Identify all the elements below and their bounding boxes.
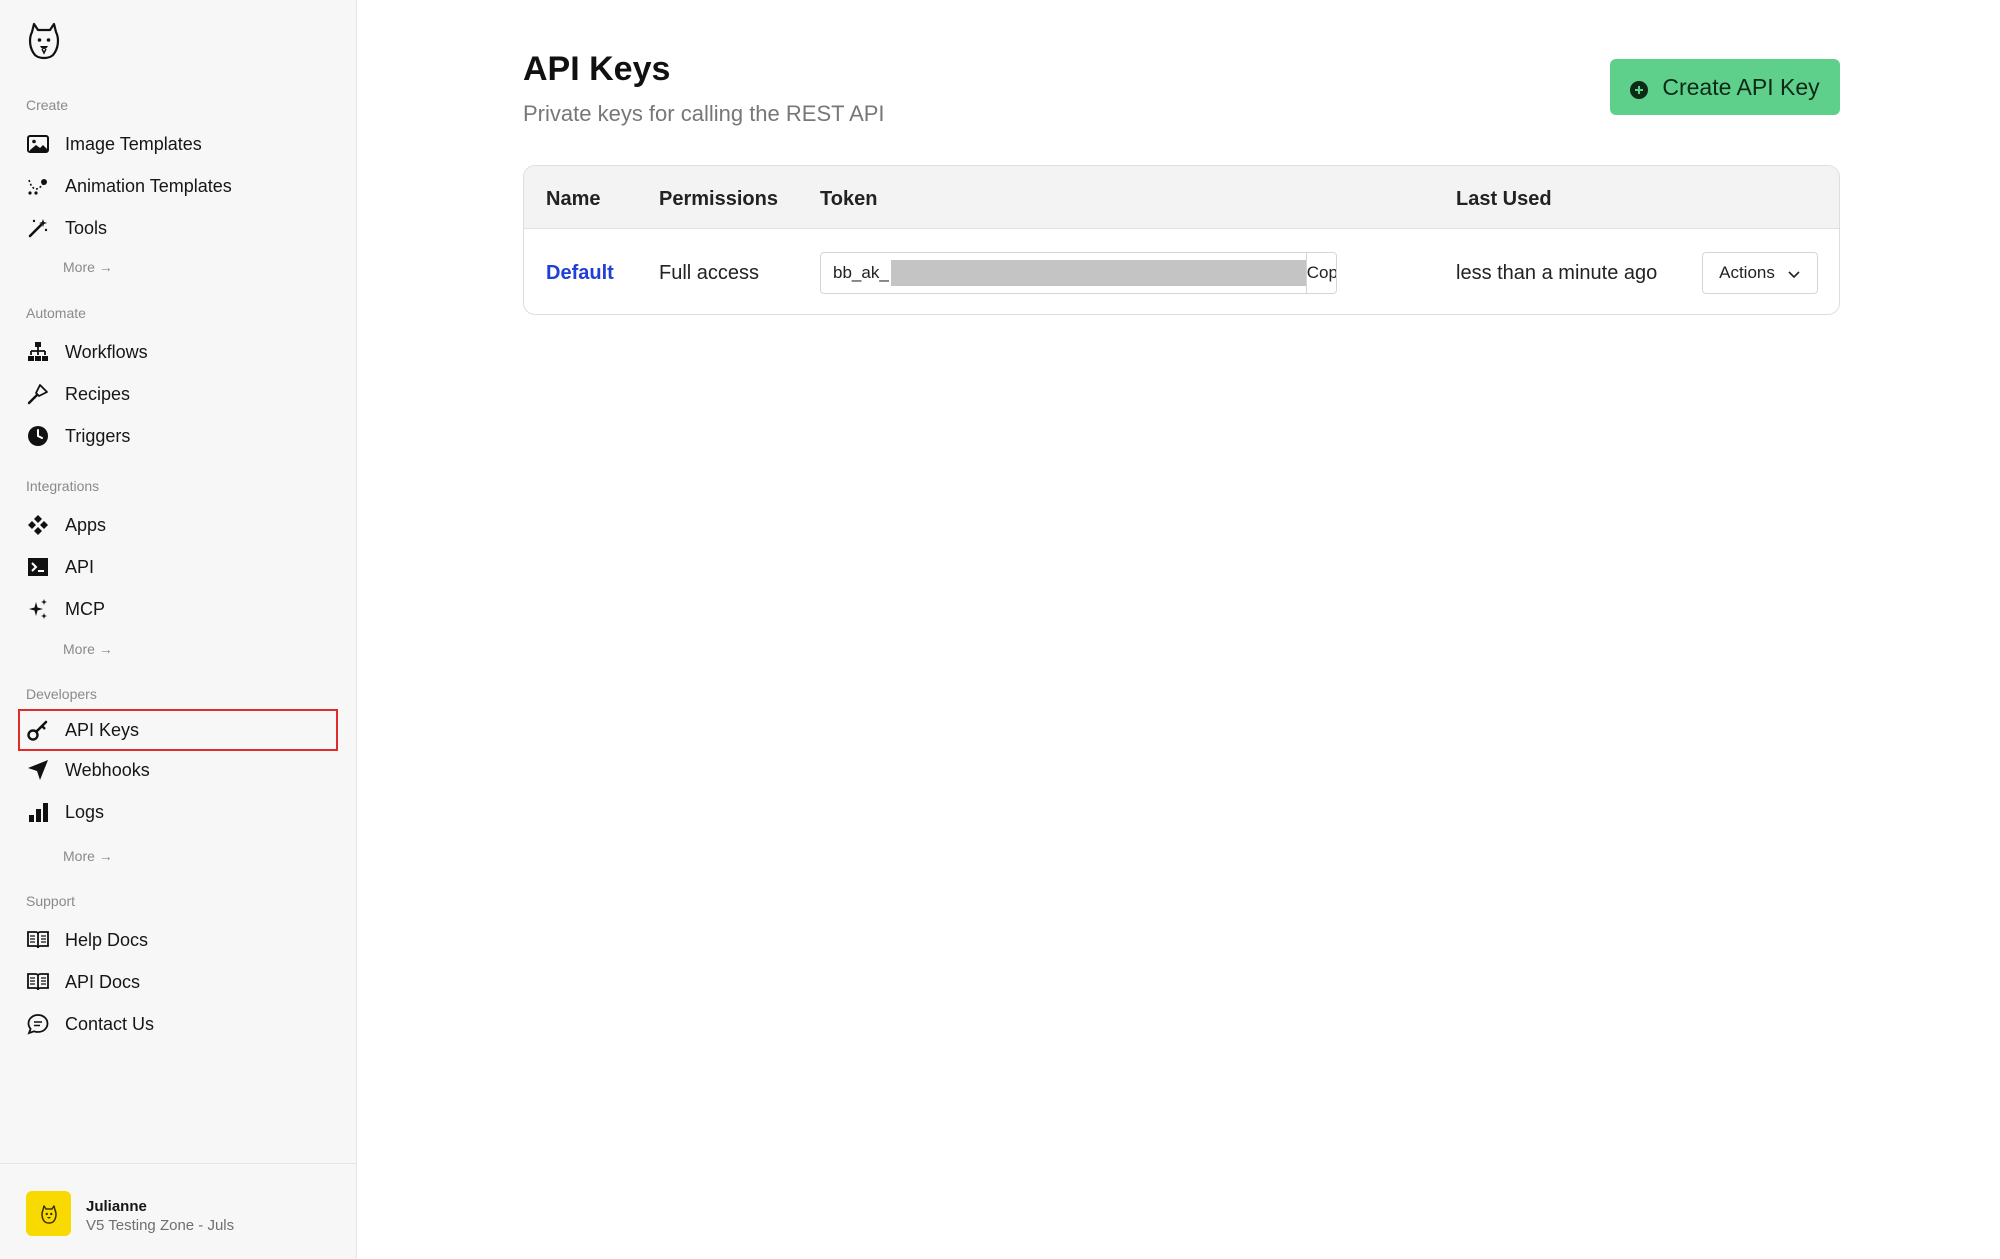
bar-chart-icon — [27, 801, 49, 823]
column-header-name: Name — [546, 188, 601, 210]
sidebar: Create Image Templates Animation Templat… — [0, 0, 357, 1259]
sidebar-item-api-docs[interactable]: API Docs — [18, 962, 338, 1002]
sidebar-item-label: Webhooks — [65, 759, 150, 780]
create-api-key-label: Create API Key — [1662, 73, 1820, 100]
sidebar-item-webhooks[interactable]: Webhooks — [18, 750, 338, 790]
table-header: Name Permissions Token Last Used — [524, 166, 1839, 229]
book-icon — [27, 971, 49, 993]
sidebar-item-label: Recipes — [65, 383, 131, 404]
column-header-last-used: Last Used — [1456, 188, 1552, 210]
terminal-icon — [27, 556, 49, 578]
sidebar-item-recipes[interactable]: Recipes — [18, 374, 338, 414]
column-header-token: Token — [820, 188, 878, 210]
chat-bubble-icon — [27, 1013, 49, 1035]
chevron-down-icon — [1787, 266, 1801, 280]
page-subtitle: Private keys for calling the REST API — [523, 101, 885, 126]
sidebar-item-apps[interactable]: Apps — [18, 505, 338, 545]
bear-logo-icon[interactable] — [26, 18, 62, 62]
token-prefix: bb_ak_ — [833, 263, 889, 282]
sidebar-item-api[interactable]: API — [18, 547, 338, 587]
magic-wand-icon — [27, 217, 49, 239]
sidebar-item-label: Logs — [65, 801, 105, 822]
image-icon — [27, 133, 49, 155]
sidebar-item-label: Contact Us — [65, 1013, 155, 1034]
user-name: Julianne — [86, 1198, 147, 1215]
apps-diamond-icon — [27, 514, 49, 536]
sidebar-item-label: Apps — [65, 514, 107, 535]
section-label-automate: Automate — [26, 305, 86, 321]
more-link-developers[interactable]: More → — [63, 848, 113, 864]
page-title: API Keys — [523, 50, 671, 88]
spatula-icon — [27, 383, 49, 405]
token-redacted-block — [890, 260, 1306, 286]
section-label-support: Support — [26, 893, 76, 909]
sidebar-item-animation-templates[interactable]: Animation Templates — [18, 166, 338, 206]
sidebar-item-help-docs[interactable]: Help Docs — [18, 920, 338, 960]
sidebar-item-label: Image Templates — [65, 133, 202, 154]
section-label-integrations: Integrations — [26, 478, 100, 494]
more-link-integrations[interactable]: More → — [63, 641, 113, 657]
clock-icon — [27, 425, 49, 447]
token-field[interactable]: bb_ak_ — [821, 253, 1306, 293]
create-api-key-button[interactable]: Create API Key — [1610, 59, 1840, 115]
more-link-create[interactable]: More → — [63, 259, 113, 275]
key-name-link[interactable]: Default — [546, 262, 614, 285]
sidebar-item-image-templates[interactable]: Image Templates — [18, 124, 338, 164]
sidebar-item-tools[interactable]: Tools — [18, 208, 338, 248]
animation-path-icon — [27, 175, 49, 197]
workflow-tree-icon — [27, 341, 49, 363]
column-header-permissions: Permissions — [659, 188, 778, 210]
key-permissions: Full access — [659, 262, 760, 284]
sidebar-item-label: MCP — [65, 598, 105, 619]
avatar[interactable] — [26, 1191, 71, 1236]
section-label-developers: Developers — [26, 686, 97, 702]
sidebar-item-label: Help Docs — [65, 929, 149, 950]
sidebar-item-label: Animation Templates — [65, 175, 232, 196]
account-switcher[interactable]: Julianne V5 Testing Zone - Juls — [0, 1163, 357, 1259]
sidebar-item-label: API Docs — [65, 971, 141, 992]
sidebar-item-api-keys[interactable]: API Keys — [18, 709, 338, 751]
sidebar-item-label: API — [65, 556, 95, 577]
copy-token-button[interactable]: Copy — [1305, 253, 1336, 293]
actions-dropdown-button[interactable]: Actions — [1702, 252, 1818, 294]
paper-plane-icon — [27, 759, 49, 781]
section-label-create: Create — [26, 97, 69, 113]
key-last-used: less than a minute ago — [1456, 262, 1658, 284]
sidebar-item-label: Tools — [65, 217, 108, 238]
sparkles-icon — [27, 598, 49, 620]
sidebar-item-contact-us[interactable]: Contact Us — [18, 1004, 338, 1044]
book-icon — [27, 929, 49, 951]
api-keys-table: Name Permissions Token Last Used Default… — [523, 165, 1840, 315]
app-window: Create Image Templates Animation Templat… — [0, 0, 2000, 1259]
key-icon — [27, 719, 49, 741]
actions-label: Actions — [1719, 263, 1775, 282]
sidebar-item-label: API Keys — [65, 719, 140, 740]
sidebar-item-label: Triggers — [65, 425, 131, 446]
sidebar-item-mcp[interactable]: MCP — [18, 589, 338, 629]
sidebar-item-logs[interactable]: Logs — [18, 792, 338, 832]
token-input-group: bb_ak_ Copy — [820, 252, 1337, 294]
user-org: V5 Testing Zone - Juls — [86, 1217, 235, 1234]
sidebar-item-label: Workflows — [65, 341, 148, 362]
plus-circle-icon — [1630, 78, 1649, 99]
sidebar-item-workflows[interactable]: Workflows — [18, 332, 338, 372]
sidebar-item-triggers[interactable]: Triggers — [18, 416, 338, 456]
